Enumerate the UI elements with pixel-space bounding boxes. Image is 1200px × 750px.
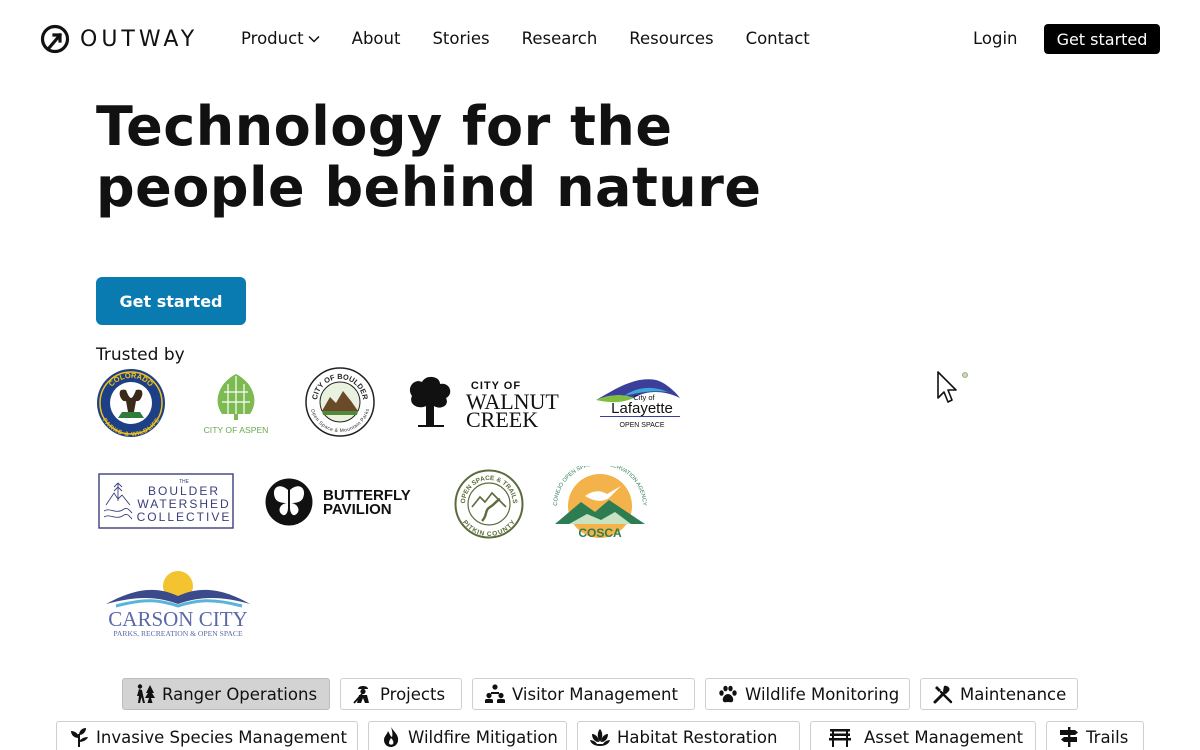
butterfly-logo-line-2: PAVILION — [323, 501, 392, 518]
outway-logo-icon — [40, 24, 70, 54]
tab-projects[interactable]: Projects — [340, 678, 462, 710]
trusted-by-label: Trusted by — [96, 345, 185, 365]
tab-invasive-species-management[interactable]: Invasive Species Management — [56, 721, 358, 750]
tab-trails-label: Trails — [1086, 727, 1129, 747]
lotus-icon — [590, 729, 610, 746]
tab-asset-management[interactable]: Asset Management — [810, 721, 1036, 750]
top-nav: OUTWAY Product About Stories Research Re… — [0, 0, 1200, 78]
nav-about[interactable]: About — [352, 29, 401, 48]
tab-maintenance-label: Maintenance — [960, 684, 1067, 704]
brand-name: OUTWAY — [80, 26, 199, 52]
tab-habitat-restoration-label: Habitat Restoration — [617, 727, 778, 747]
city-of-boulder-logo: CITY OF BOULDER Open Space & Mountain Pa… — [305, 367, 375, 437]
nav-product[interactable]: Product — [241, 29, 320, 48]
tab-ranger-operations-label: Ranger Operations — [162, 684, 318, 704]
colorado-parks-wildlife-logo: COLORADO PARKS & WILDLIFE — [97, 369, 165, 438]
tab-asset-management-label: Asset Management — [864, 727, 1024, 747]
tab-wildlife-monitoring-label: Wildlife Monitoring — [745, 684, 900, 704]
city-of-lafayette-logo: City of Lafayette OPEN SPACE — [596, 379, 680, 429]
nav-contact[interactable]: Contact — [746, 29, 810, 48]
watershed-logo-line-4: COLLECTIVE — [137, 510, 232, 524]
city-of-aspen-logo: CITY OF ASPEN — [204, 374, 269, 435]
carson-city-logo-line-1: CARSON CITY — [108, 607, 247, 631]
cosca-logo: CONEJO OPEN SPACE CONSERVATION AGENCY CO… — [553, 466, 647, 540]
outway-logo[interactable]: OUTWAY — [40, 24, 198, 54]
weed-icon — [71, 728, 88, 747]
login-link[interactable]: Login — [973, 29, 1018, 48]
bench-icon — [829, 729, 851, 747]
hero-title: Technology for the people behind nature — [96, 96, 796, 218]
mouse-cursor-icon — [937, 371, 968, 403]
watershed-logo-line-2: BOULDER — [148, 484, 220, 498]
nav-resources[interactable]: Resources — [629, 29, 713, 48]
tab-wildfire-mitigation-label: Wildfire Mitigation — [408, 727, 558, 747]
nav-research[interactable]: Research — [522, 29, 598, 48]
chevron-down-icon — [308, 35, 320, 43]
tab-trails[interactable]: Trails — [1046, 721, 1144, 750]
tab-projects-label: Projects — [380, 684, 446, 704]
tab-ranger-operations[interactable]: Ranger Operations — [122, 678, 330, 710]
worker-icon — [353, 686, 369, 704]
tab-wildfire-mitigation[interactable]: Wildfire Mitigation — [368, 721, 567, 750]
nav-product-label: Product — [241, 29, 304, 48]
watershed-logo-line-3: WATERSHED — [137, 497, 230, 511]
lafayette-logo-line-3: OPEN SPACE — [620, 422, 665, 429]
carson-city-logo-line-2: PARKS, RECREATION & OPEN SPACE — [113, 629, 243, 638]
hero-get-started-button[interactable]: Get started — [96, 277, 246, 325]
walnut-creek-logo-line-3: CREEK — [466, 407, 538, 430]
nav-get-started-button[interactable]: Get started — [1044, 24, 1160, 54]
paw-icon — [719, 685, 737, 703]
people-icon — [485, 684, 505, 703]
tab-visitor-management[interactable]: Visitor Management — [472, 678, 695, 710]
lafayette-logo-line-2: Lafayette — [611, 400, 673, 417]
tools-icon — [933, 685, 953, 704]
tab-maintenance[interactable]: Maintenance — [920, 678, 1078, 710]
aspen-logo-text: CITY OF ASPEN — [204, 425, 269, 435]
tab-habitat-restoration[interactable]: Habitat Restoration — [577, 721, 800, 750]
hero-title-line-2: people behind nature — [96, 156, 762, 219]
boulder-watershed-collective-logo: THE BOULDER WATERSHED COLLECTIVE — [98, 473, 234, 529]
cosca-logo-text: COSCA — [578, 526, 622, 540]
fire-icon — [384, 727, 399, 747]
nav-links: Product About Stories Research Resources… — [241, 29, 842, 48]
nav-stories[interactable]: Stories — [432, 29, 489, 48]
butterfly-pavilion-logo: BUTTERFLY PAVILION — [265, 478, 411, 526]
carson-city-logo: CARSON CITY PARKS, RECREATION & OPEN SPA… — [106, 571, 250, 638]
city-of-walnut-creek-logo: CITY OF WALNUT CREEK — [409, 376, 559, 430]
tab-wildlife-monitoring[interactable]: Wildlife Monitoring — [705, 678, 910, 710]
signpost-icon — [1060, 727, 1078, 747]
hikers-icon — [137, 684, 155, 703]
tab-invasive-species-label: Invasive Species Management — [96, 727, 347, 747]
hero-title-line-1: Technology for the — [96, 95, 673, 158]
tab-visitor-management-label: Visitor Management — [512, 684, 678, 704]
pitkin-county-open-space-logo: OPEN SPACE & TRAILS PITKIN COUNTY — [454, 469, 524, 539]
